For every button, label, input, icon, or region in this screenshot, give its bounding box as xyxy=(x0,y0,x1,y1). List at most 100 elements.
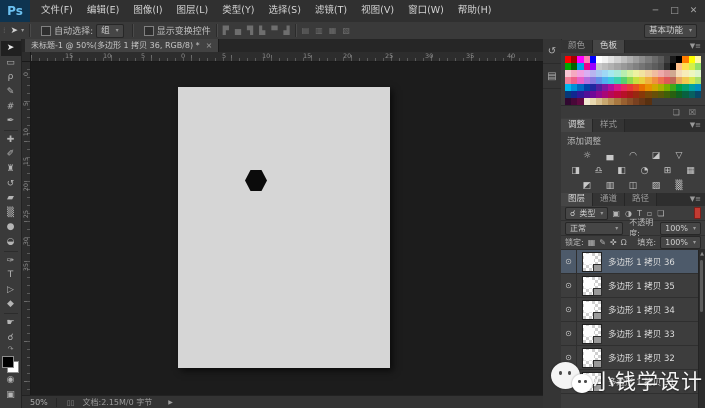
history-panel-button[interactable]: ↺ xyxy=(543,39,561,64)
layer-name[interactable]: 多边形 1 拷贝 34 xyxy=(608,304,675,316)
layer-thumbnail[interactable] xyxy=(582,300,602,320)
menu-help[interactable]: 帮助(H) xyxy=(451,0,499,22)
tab-layers[interactable]: 图层 xyxy=(561,193,593,206)
layer-thumbnail[interactable] xyxy=(582,276,602,296)
status-menu-arrow-icon[interactable]: ▶ xyxy=(168,399,173,406)
document-tab[interactable]: 未标题-1 @ 50%(多边形 1 拷贝 36, RGB/8) * × xyxy=(25,39,219,52)
color-swatch[interactable] xyxy=(695,77,701,84)
lock-all-icon[interactable]: Ω xyxy=(621,238,627,247)
selective-color-icon[interactable]: ▨ xyxy=(649,180,664,192)
pixel-layer-filter-icon[interactable]: ▣ xyxy=(612,209,620,218)
tab-channels[interactable]: 通道 xyxy=(593,193,625,206)
align-bottom-edges-icon[interactable]: ▟ xyxy=(283,26,289,35)
auto-select-checkbox[interactable] xyxy=(41,26,51,36)
black-white-icon[interactable]: ◧ xyxy=(614,165,629,177)
menu-edit[interactable]: 编辑(E) xyxy=(80,0,126,22)
eyedropper-tool[interactable]: ✒ xyxy=(1,114,21,129)
distribute-left-icon[interactable]: ▦ xyxy=(329,26,337,35)
distribute-v-centers-icon[interactable]: ▥ xyxy=(315,26,323,35)
layer-thumbnail[interactable] xyxy=(582,324,602,344)
hexagon-shape[interactable] xyxy=(245,170,267,191)
align-h-centers-icon[interactable]: ▅ xyxy=(235,26,241,35)
menu-window[interactable]: 窗口(W) xyxy=(401,0,451,22)
menu-filter[interactable]: 滤镜(T) xyxy=(308,0,354,22)
swap-colors-icon[interactable]: ↷ xyxy=(8,345,14,353)
layer-row[interactable]: ⊙ 多边形 1 拷贝 35 xyxy=(561,274,705,298)
canvas-area[interactable]: 151050510152025303540 05101520253035 xyxy=(22,52,543,395)
workspace-dropdown[interactable]: 基本功能 ▾ xyxy=(644,24,697,38)
delete-swatch-icon[interactable]: ☒ xyxy=(689,108,696,117)
close-icon[interactable]: × xyxy=(206,39,213,52)
channel-mixer-icon[interactable]: ⊞ xyxy=(660,165,675,177)
eraser-tool[interactable]: ▰ xyxy=(1,191,21,206)
visibility-eye-icon[interactable]: ⊙ xyxy=(561,250,577,273)
document-info[interactable]: 文档:2.15M/0 字节 xyxy=(83,397,153,408)
panel-menu-icon[interactable]: ▼≡ xyxy=(690,40,705,53)
tab-color[interactable]: 颜色 xyxy=(561,40,593,53)
align-top-edges-icon[interactable]: ▙ xyxy=(259,26,265,35)
layer-name[interactable]: 多边形 1 拷贝 33 xyxy=(608,328,675,340)
tab-adjustments[interactable]: 调整 xyxy=(561,119,593,132)
zoom-tool[interactable]: ☌ xyxy=(1,330,21,345)
healing-brush-tool[interactable]: ✚ xyxy=(1,133,21,148)
crop-tool[interactable]: # xyxy=(1,99,21,114)
opacity-field[interactable]: 100% ▾ xyxy=(660,222,701,235)
gradient-tool[interactable]: ▒ xyxy=(1,206,21,221)
maximize-button[interactable]: □ xyxy=(665,1,684,21)
visibility-eye-icon[interactable]: ⊙ xyxy=(561,298,577,321)
lock-transparent-icon[interactable]: ▦ xyxy=(588,238,596,247)
dodge-tool[interactable]: ◒ xyxy=(1,235,21,250)
panel-menu-icon[interactable]: ▼≡ xyxy=(690,119,705,132)
brightness-contrast-icon[interactable]: ☼ xyxy=(580,150,595,162)
distribute-top-icon[interactable]: ▤ xyxy=(302,26,310,35)
layer-row[interactable]: ⊙ 多边形 1 拷贝 36 xyxy=(561,250,705,274)
menu-type[interactable]: 类型(Y) xyxy=(215,0,261,22)
curves-icon[interactable]: ◠ xyxy=(626,150,641,162)
align-v-centers-icon[interactable]: ▀ xyxy=(271,26,277,35)
auto-select-dropdown[interactable]: 组 ▾ xyxy=(96,24,124,38)
layer-row[interactable]: ⊙ 多边形 1 拷贝 34 xyxy=(561,298,705,322)
zoom-level-field[interactable]: 50% xyxy=(22,398,56,407)
tab-styles[interactable]: 样式 xyxy=(593,119,625,132)
foreground-background-colors[interactable] xyxy=(2,356,19,373)
document-page[interactable] xyxy=(178,87,390,368)
distribute-h-centers-icon[interactable]: ▧ xyxy=(342,26,350,35)
menu-image[interactable]: 图像(I) xyxy=(126,0,169,22)
invert-icon[interactable]: ◩ xyxy=(580,180,595,192)
show-transform-checkbox[interactable] xyxy=(144,26,154,36)
menu-view[interactable]: 视图(V) xyxy=(354,0,401,22)
fill-field[interactable]: 100% ▾ xyxy=(660,236,701,249)
hand-tool[interactable]: ☛ xyxy=(1,316,21,331)
brush-tool[interactable]: ✐ xyxy=(1,147,21,162)
color-swatch[interactable] xyxy=(695,56,701,63)
rect-marquee-tool[interactable]: ▭ xyxy=(1,56,21,71)
visibility-eye-icon[interactable]: ⊙ xyxy=(561,274,577,297)
lock-pixels-icon[interactable]: ✎ xyxy=(599,238,606,247)
tab-paths[interactable]: 路径 xyxy=(625,193,657,206)
menu-layer[interactable]: 图层(L) xyxy=(170,0,216,22)
screen-mode-button[interactable]: ▣ xyxy=(1,387,21,402)
menu-select[interactable]: 选择(S) xyxy=(261,0,307,22)
scrollbar-thumb[interactable] xyxy=(700,260,703,312)
color-swatch[interactable] xyxy=(695,70,701,77)
lasso-tool[interactable]: ρ xyxy=(1,70,21,85)
layer-name[interactable]: 多边形 1 拷贝 36 xyxy=(608,256,675,268)
layer-name[interactable]: 多边形 1 拷贝 35 xyxy=(608,280,675,292)
tool-preset-caret-icon[interactable]: ▾ xyxy=(21,27,24,34)
layer-row[interactable]: ⊙ 多边形 1 拷贝 33 xyxy=(561,322,705,346)
color-lookup-icon[interactable]: ▦ xyxy=(683,165,698,177)
new-swatch-icon[interactable]: ❏ xyxy=(673,108,680,117)
type-tool[interactable]: T xyxy=(1,268,21,283)
quick-mask-button[interactable]: ◉ xyxy=(1,373,21,388)
align-left-edges-icon[interactable]: ▛ xyxy=(223,26,229,35)
minimize-button[interactable]: ─ xyxy=(646,1,665,21)
scroll-up-icon[interactable]: ▲ xyxy=(699,251,705,257)
history-brush-tool[interactable]: ↺ xyxy=(1,176,21,191)
color-swatch[interactable] xyxy=(695,84,701,91)
hue-saturation-icon[interactable]: ◨ xyxy=(568,165,583,177)
smart-object-filter-icon[interactable]: ❏ xyxy=(657,209,664,218)
clone-stamp-tool[interactable]: ♜ xyxy=(1,162,21,177)
close-button[interactable]: ✕ xyxy=(684,1,703,21)
menu-file[interactable]: 文件(F) xyxy=(34,0,80,22)
gradient-map-icon[interactable]: ▒ xyxy=(672,180,687,192)
